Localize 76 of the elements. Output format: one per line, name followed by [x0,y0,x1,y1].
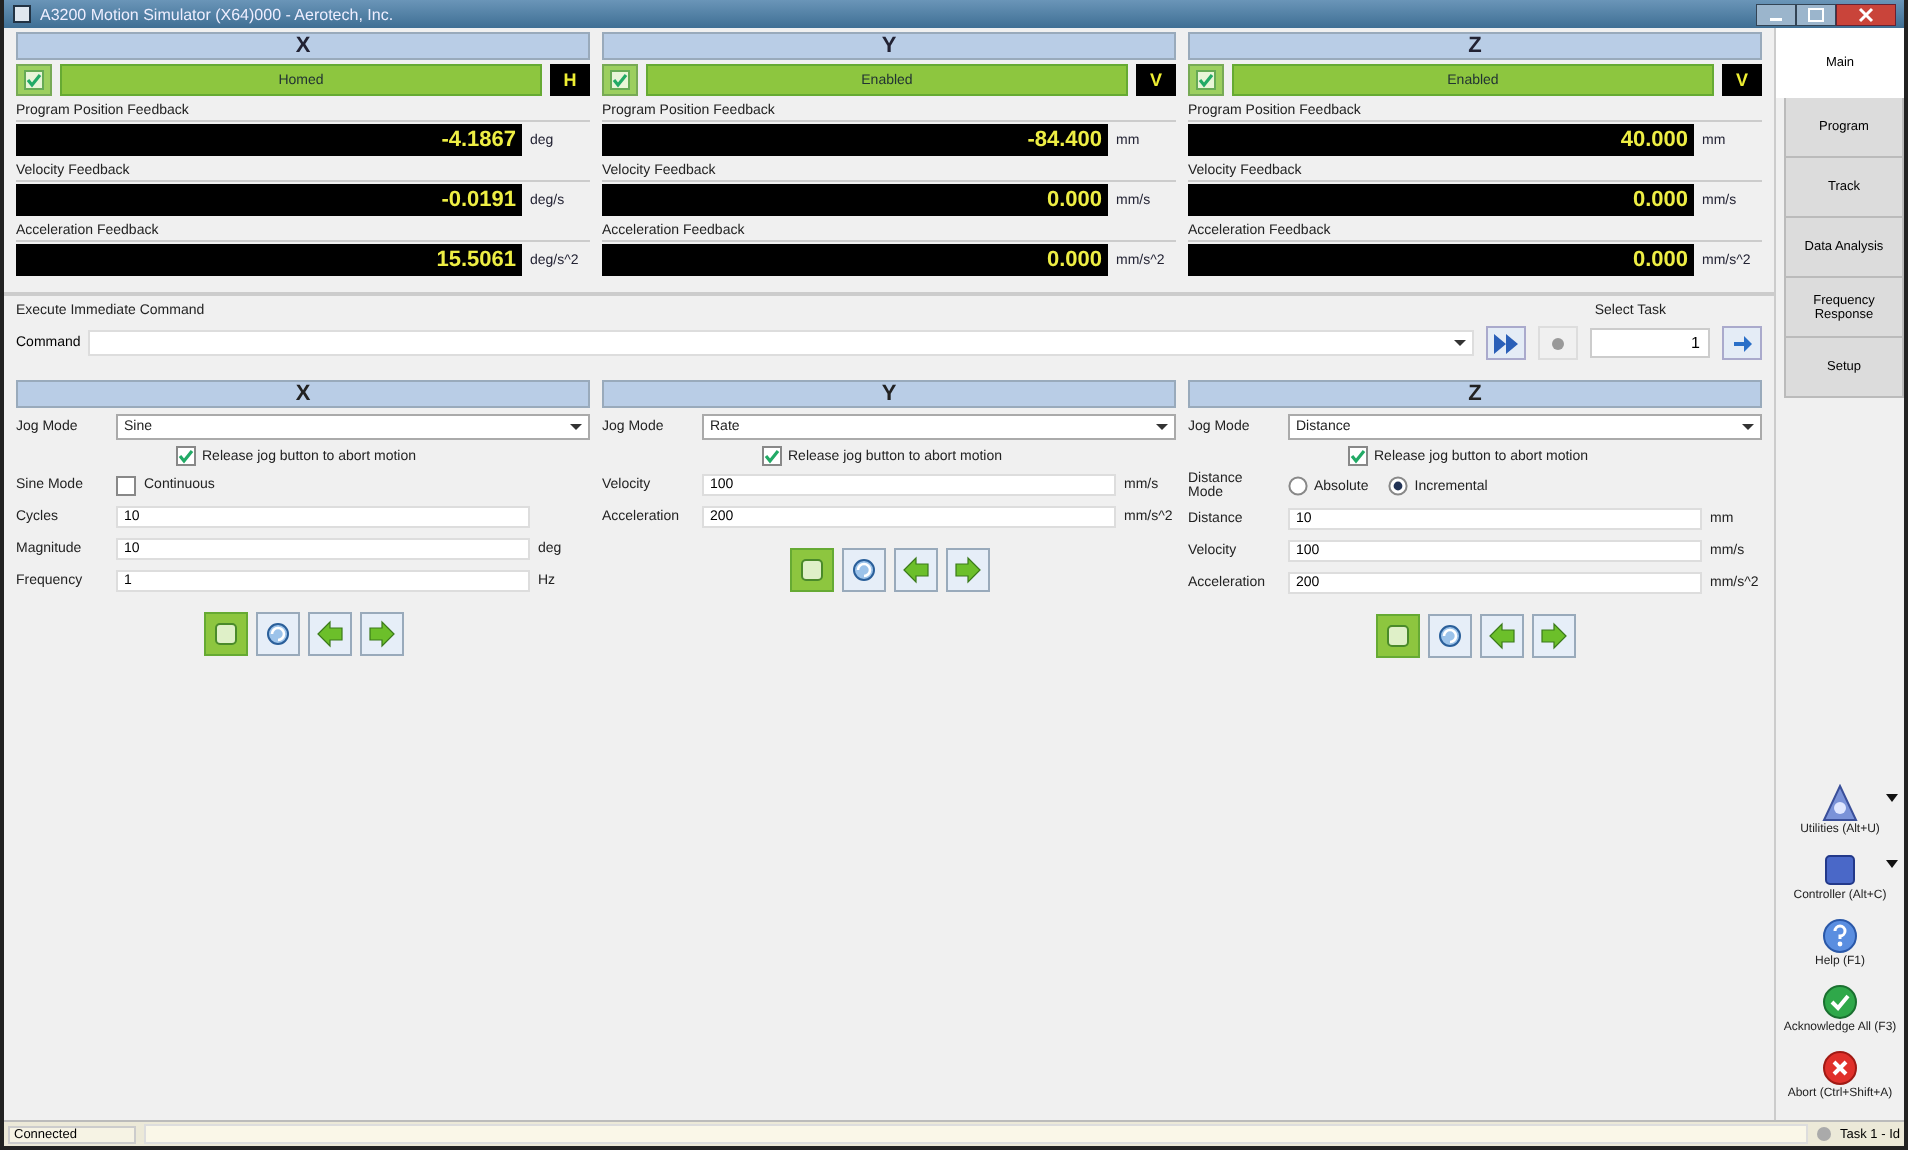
start-button[interactable] [1375,614,1419,658]
left-arrow-icon [901,556,929,584]
axis-indicator: V [1136,64,1176,96]
radio-button[interactable] [1288,476,1308,496]
square-icon [211,620,239,648]
circular-arrow-icon [263,620,291,648]
jog-axis-header: Z [1188,380,1762,408]
enable-checkbox[interactable] [16,64,52,96]
checkbox[interactable] [1348,446,1368,466]
readout-value: 0.000 [1188,184,1694,216]
app-icon [12,4,32,24]
checkmark-icon [1820,982,1860,1022]
jog-left-button[interactable] [1479,614,1523,658]
jog-right-button[interactable] [1531,614,1575,658]
dot-icon [1550,335,1566,351]
axis-indicator: V [1722,64,1762,96]
window-title: A3200 Motion Simulator (X64)000 - Aerotech, Inc. [40,5,394,23]
axis-header: Z [1188,32,1762,60]
jog-axis-header: X [16,380,590,408]
reset-button[interactable] [255,612,299,656]
arrow-icon [1732,333,1752,353]
start-button[interactable] [789,548,833,592]
readout-value: -84.400 [602,124,1108,156]
maximize-icon [1796,3,1836,25]
close-icon [1836,3,1896,25]
readout-value: 40.000 [1188,124,1694,156]
jog-right-button[interactable] [945,548,989,592]
readout-value: -4.1867 [16,124,522,156]
checkbox[interactable] [762,446,782,466]
minimize-icon [1756,3,1796,25]
check-icon [24,70,44,90]
readout-value: -0.0191 [16,184,522,216]
dropdown-caret-icon [570,424,582,430]
jog-left-button[interactable] [893,548,937,592]
select-task-button[interactable] [1722,326,1762,360]
double-arrow-icon [1492,331,1520,355]
right-arrow-icon [367,620,395,648]
jog-left-button[interactable] [307,612,351,656]
left-arrow-icon [315,620,343,648]
axis-header: X [16,32,590,60]
right-arrow-icon [1539,622,1567,650]
task-field[interactable]: 1 [1590,328,1710,358]
axis-indicator: H [550,64,590,96]
start-button[interactable] [203,612,247,656]
dropdown-caret-icon [1742,424,1754,430]
readout-value: 0.000 [602,184,1108,216]
circular-arrow-icon [1435,622,1463,650]
checkbox[interactable] [176,446,196,466]
task-button[interactable] [1538,326,1578,360]
enable-checkbox[interactable] [602,64,638,96]
readout-value: 0.000 [1188,244,1694,276]
square-icon [1383,622,1411,650]
circular-arrow-icon [849,556,877,584]
reset-button[interactable] [1427,614,1471,658]
question-icon [1820,916,1860,956]
check-icon [1196,70,1216,90]
axis-header: Y [602,32,1176,60]
jog-axis-header: Y [602,380,1176,408]
execute-button[interactable] [1486,326,1526,360]
x-icon [1820,1048,1860,1088]
reset-button[interactable] [841,548,885,592]
left-arrow-icon [1487,622,1515,650]
command-field[interactable] [88,330,1474,356]
readout-value: 0.000 [602,244,1108,276]
dropdown-caret-icon [1454,340,1466,346]
jog-right-button[interactable] [359,612,403,656]
checkbox[interactable] [116,475,136,495]
dropdown-caret-icon [1156,424,1168,430]
enable-checkbox[interactable] [1188,64,1224,96]
radio-button[interactable] [1388,476,1409,496]
readout-value: 15.5061 [16,244,522,276]
square-icon [797,556,825,584]
triangle-icon [1820,784,1860,824]
status-dot-icon [1816,1126,1833,1142]
right-arrow-icon [953,556,981,584]
check-icon [610,70,630,90]
